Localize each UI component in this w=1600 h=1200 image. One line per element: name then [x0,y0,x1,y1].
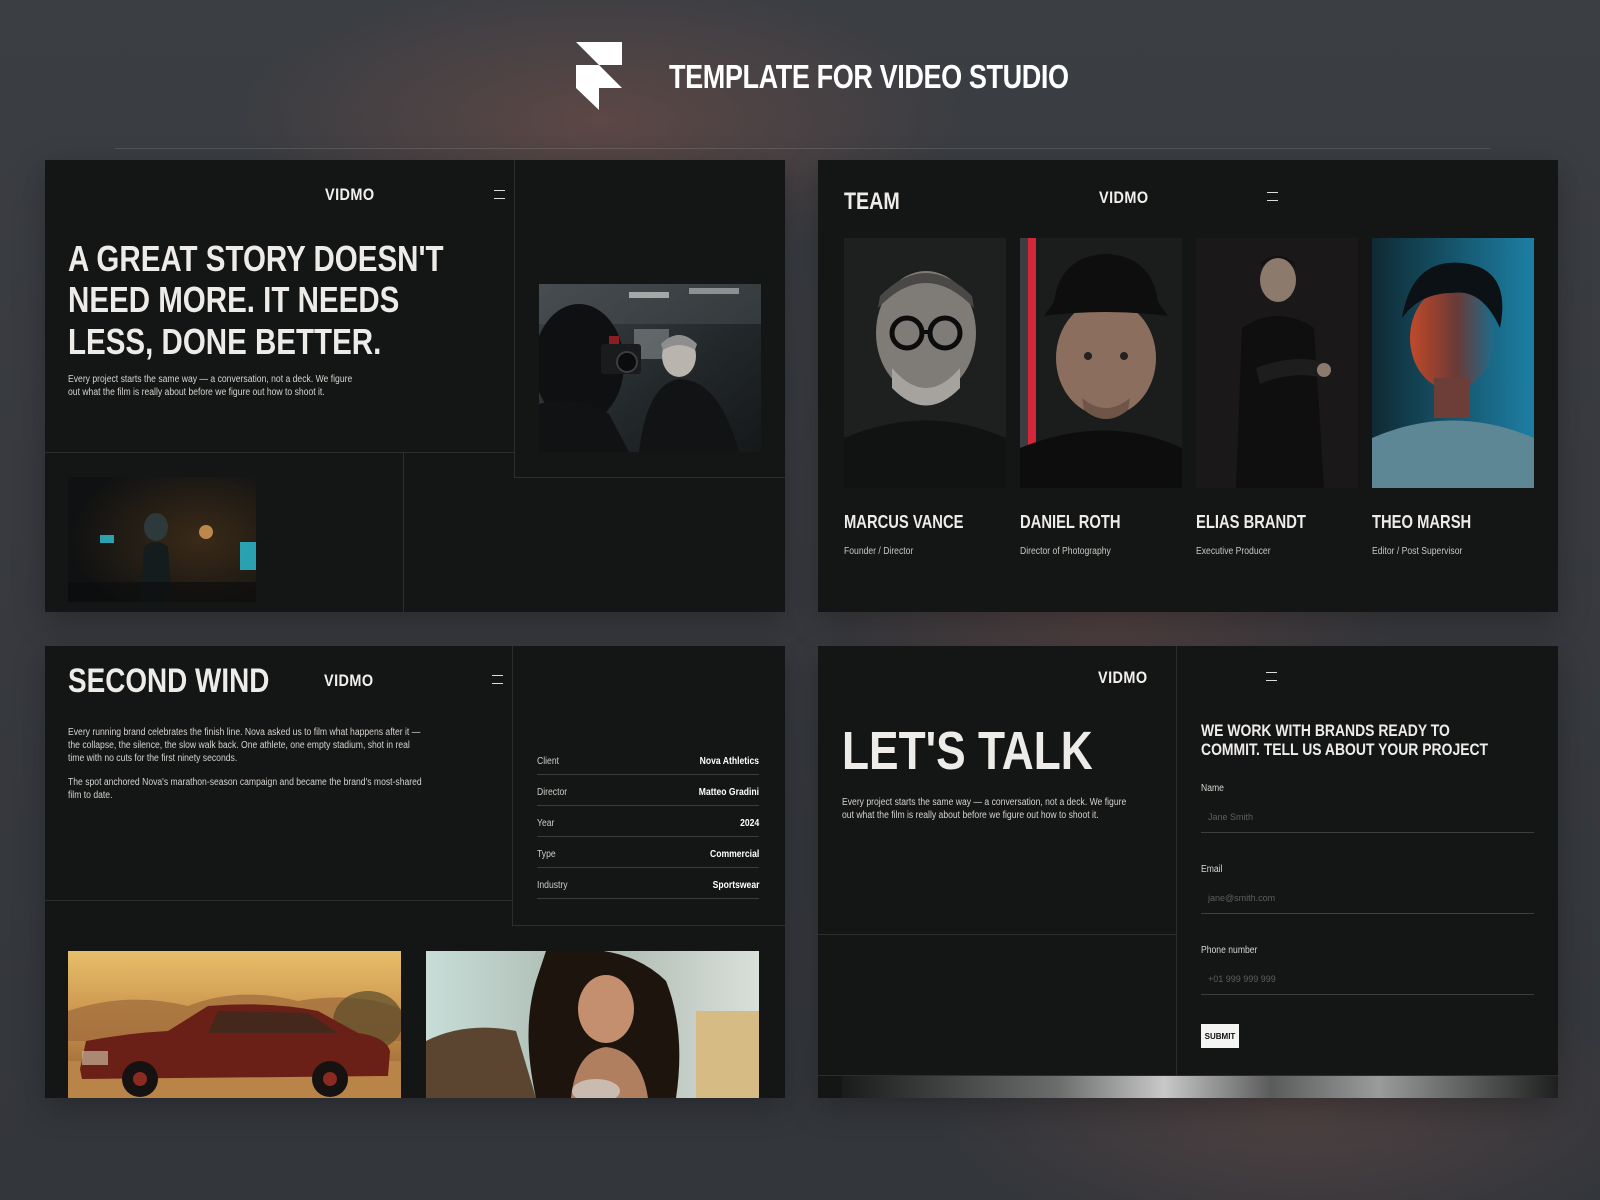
phone-input[interactable] [1201,970,1534,995]
team-member-role: Executive Producer [1196,546,1271,557]
team-photo-theo [1372,238,1534,488]
project-description-line: film to date. [68,790,113,801]
camera-operator-photo [539,284,761,452]
nav-logo[interactable]: VIDMO [324,671,373,691]
nav-logo[interactable]: VIDMO [1098,668,1147,688]
divider [818,934,1176,935]
divider [1176,646,1177,1078]
hero-headline: A GREAT STORY DOESN'T NEED MORE. IT NEED… [68,238,444,362]
contact-body-line: Every project starts the same way — a co… [842,797,1127,808]
name-field-group: Name [1201,783,1534,833]
email-label: Email [1201,864,1223,875]
team-photo-marcus [844,238,1006,488]
menu-icon[interactable] [1266,672,1277,681]
portrait-in-car-photo [426,951,759,1098]
meta-label: Year [537,818,555,829]
submit-button[interactable]: SUBMIT [1201,1024,1239,1048]
project-description: Every running brand celebrates the finis… [68,726,422,802]
team-member-role: Director of Photography [1020,546,1111,557]
meta-value: 2024 [739,818,759,829]
team-member-name: MARCUS VANCE [844,512,964,532]
dark-scene-photo [68,477,256,602]
form-heading-line: COMMIT. TELL US ABOUT YOUR PROJECT [1201,739,1489,759]
hero-headline-line: LESS, DONE BETTER. [68,320,382,362]
meta-label: Type [537,849,556,860]
contact-body: Every project starts the same way — a co… [842,796,1126,822]
name-label: Name [1201,783,1224,794]
meta-value: Matteo Gradini [698,787,759,798]
nav-logo[interactable]: VIDMO [325,185,374,205]
divider [512,646,513,926]
email-input[interactable] [1201,889,1534,914]
project-description-line: The spot anchored Nova's marathon-season… [68,777,422,788]
meta-label: Client [537,756,559,767]
team-member-role: Founder / Director [844,546,914,557]
meta-row: Type Commercial [537,837,759,868]
menu-icon[interactable] [492,675,503,684]
team-photo-elias [1196,238,1358,488]
hero-headline-line: NEED MORE. IT NEEDS [68,279,400,321]
menu-icon[interactable] [1267,192,1278,201]
menu-icon[interactable] [494,190,505,199]
hero-body-line: Every project starts the same way — a co… [68,374,353,385]
hero-body-line: out what the film is really about before… [68,387,325,398]
contact-body-line: out what the film is really about before… [842,810,1099,821]
brand-header: TEMPLATE FOR VIDEO STUDIO [0,30,1600,120]
contact-panel: VIDMO LET'S TALK Every project starts th… [818,646,1558,1098]
meta-value: Nova Athletics [699,756,759,767]
team-title: TEAM [844,188,900,215]
footer-strip-photo [842,1076,1558,1098]
contact-title: LET'S TALK [842,721,1093,781]
project-panel: SECOND WIND VIDMO Every running brand ce… [45,646,785,1098]
project-meta-table: Client Nova Athletics Director Matteo Gr… [537,744,759,899]
phone-label: Phone number [1201,945,1258,956]
divider [512,925,785,926]
meta-value: Sportswear [712,880,759,891]
hero-body: Every project starts the same way — a co… [68,373,352,399]
project-title: SECOND WIND [68,662,270,700]
nav-logo[interactable]: VIDMO [1099,188,1148,208]
framer-logo-icon [576,42,622,110]
team-member-name: DANIEL ROTH [1020,512,1121,532]
name-input[interactable] [1201,808,1534,833]
divider [403,452,404,612]
divider [45,900,512,901]
team-member-name: ELIAS BRANDT [1196,512,1306,532]
hero-headline-line: A GREAT STORY DOESN'T [68,238,444,279]
meta-label: Director [537,787,568,798]
team-photo-daniel [1020,238,1182,488]
vintage-car-photo [68,951,401,1098]
divider [115,148,1490,149]
divider [514,160,515,477]
email-field-group: Email [1201,864,1534,914]
meta-value: Commercial [709,849,759,860]
meta-label: Industry [537,880,568,891]
team-panel: TEAM VIDMO MARCUS VANCE Founder / Direct… [818,160,1558,612]
project-description-line: the collapse, the silence, the slow walk… [68,740,410,751]
meta-row: Client Nova Athletics [537,744,759,775]
project-description-line: time with no cuts for the first ninety s… [68,753,238,764]
meta-row: Industry Sportswear [537,868,759,899]
hero-panel: VIDMO A GREAT STORY DOESN'T NEED MORE. I… [45,160,785,612]
phone-field-group: Phone number [1201,945,1534,995]
divider [514,477,785,478]
form-heading-line: WE WORK WITH BRANDS READY TO [1201,721,1450,740]
team-member-role: Editor / Post Supervisor [1372,546,1463,557]
team-member-name: THEO MARSH [1372,512,1472,532]
project-description-line: Every running brand celebrates the finis… [68,727,421,738]
meta-row: Director Matteo Gradini [537,775,759,806]
divider [45,452,514,453]
page-title: TEMPLATE FOR VIDEO STUDIO [669,58,1069,95]
meta-row: Year 2024 [537,806,759,837]
form-heading: WE WORK WITH BRANDS READY TO COMMIT. TEL… [1201,721,1489,759]
